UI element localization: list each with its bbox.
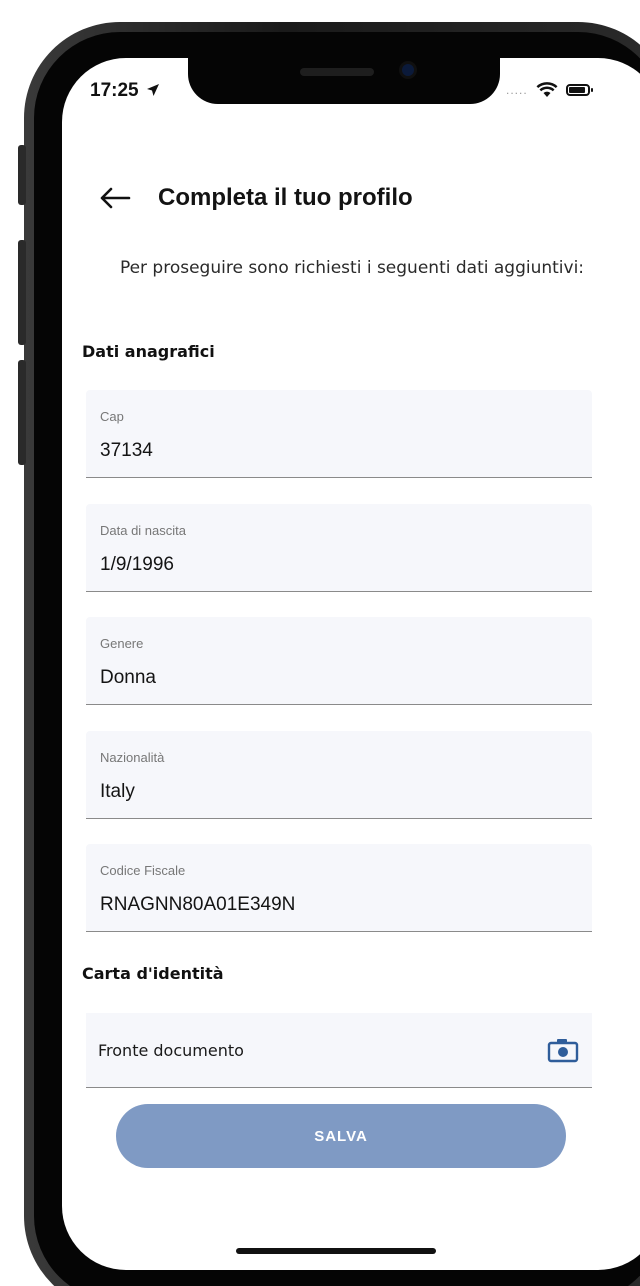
front-camera [402, 64, 414, 76]
gender-field[interactable]: Genere Donna [86, 617, 592, 705]
fiscal-code-field[interactable]: Codice Fiscale RNAGNN80A01E349N [86, 844, 592, 932]
status-indicators: ..... [506, 78, 593, 102]
cap-field-value: 37134 [100, 440, 153, 461]
save-button[interactable]: SALVA [116, 1104, 566, 1168]
home-indicator[interactable] [236, 1248, 436, 1254]
id-section-title: Carta d'identità [82, 964, 224, 983]
nationality-field-label: Nazionalità [100, 750, 165, 765]
camera-button[interactable] [546, 1035, 580, 1065]
location-arrow-icon [146, 84, 159, 96]
phone-volume-up [18, 240, 26, 345]
page-title: Completa il tuo profilo [158, 184, 413, 211]
phone-volume-down [18, 360, 26, 465]
intro-text: Per proseguire sono richiesti i seguenti… [119, 258, 585, 278]
notch [188, 58, 500, 104]
wifi-icon [536, 82, 558, 97]
document-front-label: Fronte documento [98, 1040, 244, 1060]
birth-date-field-value: 1/9/1996 [100, 554, 174, 575]
screen: 17:25 ..... Completa il tuo profilo Per … [62, 58, 640, 1270]
speaker [300, 68, 374, 76]
birth-date-field-label: Data di nascita [100, 523, 186, 538]
gender-field-label: Genere [100, 636, 144, 651]
document-front-field[interactable]: Fronte documento [86, 1013, 592, 1088]
arrow-left-icon [100, 187, 131, 209]
page: 17:25 ..... Completa il tuo profilo Per … [0, 0, 640, 1286]
camera-icon [547, 1039, 579, 1063]
back-button[interactable] [98, 181, 132, 215]
birth-date-field[interactable]: Data di nascita 1/9/1996 [86, 504, 592, 592]
fiscal-code-field-label: Codice Fiscale [100, 863, 186, 878]
cap-field-label: Cap [100, 409, 124, 424]
personal-section-title: Dati anagrafici [82, 342, 215, 361]
gender-field-value: Donna [100, 667, 156, 688]
nationality-field[interactable]: Nazionalità Italy [86, 731, 592, 819]
phone-mute-switch [18, 145, 26, 205]
header: Completa il tuo profilo [98, 178, 618, 218]
battery-icon [565, 84, 593, 96]
status-time-text: 17:25 [90, 80, 139, 101]
cap-field[interactable]: Cap 37134 [86, 390, 592, 478]
fiscal-code-field-value: RNAGNN80A01E349N [100, 894, 296, 915]
signal-icon: ..... [506, 83, 528, 97]
nationality-field-value: Italy [100, 781, 135, 802]
status-time: 17:25 [90, 80, 160, 102]
